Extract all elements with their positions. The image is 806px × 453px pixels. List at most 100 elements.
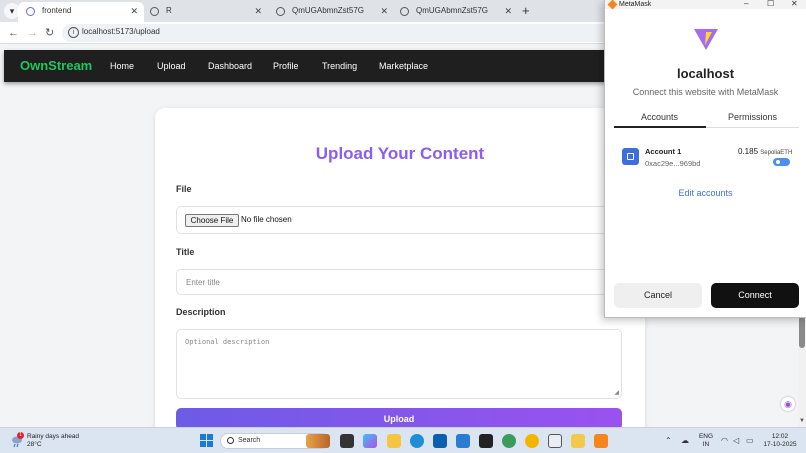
- windows-taskbar: 1 Rainy days ahead 28°C Search ⌃ ☁ ENG I…: [0, 427, 806, 453]
- metamask-popup: MetaMask – ☐ ✕ localhost Connect this we…: [604, 0, 806, 318]
- description-field-wrap: ◢: [176, 329, 622, 399]
- scroll-down-icon[interactable]: ▼: [798, 418, 806, 424]
- nav-profile[interactable]: Profile: [273, 61, 299, 71]
- vscode-icon[interactable]: [456, 434, 470, 448]
- browser-tab-ipfs-1[interactable]: QmUGAbmnZst57GaYtXzXdS ✕: [268, 2, 394, 22]
- language-code: ENG: [698, 433, 714, 440]
- account-address: 0xac29e...969bd: [645, 159, 701, 168]
- volume-icon[interactable]: ◁: [733, 436, 739, 445]
- clock-date: 17-10-2025: [763, 441, 797, 448]
- nav-home[interactable]: Home: [110, 61, 134, 71]
- weather-widget[interactable]: Rainy days ahead 28°C: [27, 433, 79, 449]
- close-icon[interactable]: ✕: [504, 2, 512, 20]
- title-label: Title: [176, 247, 195, 257]
- network-badge-icon: [773, 158, 790, 166]
- back-arrow-icon[interactable]: ←: [8, 25, 19, 41]
- wifi-icon[interactable]: ◠: [721, 436, 728, 445]
- copilot-icon[interactable]: [363, 434, 377, 448]
- cancel-button[interactable]: Cancel: [614, 283, 702, 308]
- balance-unit: SepoliaETH: [760, 150, 793, 156]
- close-icon[interactable]: ✕: [254, 2, 262, 20]
- account-name: Account 1: [645, 147, 682, 156]
- metamask-window-title: MetaMask: [619, 1, 652, 8]
- title-input[interactable]: [177, 270, 621, 294]
- tab-title: QmUGAbmnZst57GaYtXzXdS: [292, 6, 364, 15]
- edge-icon[interactable]: [410, 434, 424, 448]
- tab-accounts[interactable]: Accounts: [641, 112, 678, 122]
- app-logo[interactable]: OwnStream: [20, 58, 92, 73]
- notification-badge: 1: [17, 432, 24, 439]
- tab-title: QmUGAbmnZst57GaYtXzXdS: [416, 6, 488, 15]
- file-label: File: [176, 184, 192, 194]
- tab-title: frontend: [42, 6, 72, 15]
- file-input[interactable]: Choose File No file chosen: [176, 206, 622, 234]
- terminal-icon[interactable]: [479, 434, 493, 448]
- account-avatar-icon: [622, 148, 639, 165]
- app-icon[interactable]: [548, 434, 562, 448]
- reload-icon[interactable]: ↻: [45, 25, 54, 41]
- windows-start-icon[interactable]: [200, 434, 213, 447]
- choose-file-button[interactable]: Choose File: [185, 214, 239, 227]
- search-label: Search: [238, 437, 261, 444]
- nav-trending[interactable]: Trending: [322, 61, 357, 71]
- browser-tab-ipfs-2[interactable]: QmUGAbmnZst57GaYtXzXdS ✕: [392, 2, 518, 22]
- nav-upload[interactable]: Upload: [157, 61, 186, 71]
- address-bar[interactable]: i localhost:5173/upload: [62, 24, 622, 42]
- search-icon: [227, 437, 234, 444]
- minimize-icon[interactable]: –: [744, 0, 748, 9]
- weather-temp: 28°C: [27, 441, 42, 448]
- vite-site-icon: [694, 29, 718, 50]
- cloud-icon[interactable]: ☁: [681, 436, 689, 445]
- maximize-icon[interactable]: ☐: [767, 0, 774, 9]
- tab-permissions[interactable]: Permissions: [728, 112, 777, 122]
- close-icon[interactable]: ✕: [380, 2, 388, 20]
- connect-subtitle: Connect this website with MetaMask: [632, 87, 779, 97]
- metamask-fox-icon: [607, 0, 618, 10]
- file-explorer-icon[interactable]: [387, 434, 401, 448]
- store-icon[interactable]: [433, 434, 447, 448]
- clock-time: 12:02: [771, 433, 789, 440]
- browser-tab-r[interactable]: R ✕: [142, 2, 268, 22]
- chrome-profile-icon[interactable]: [502, 434, 516, 448]
- extension-float-icon[interactable]: ◉: [781, 397, 795, 411]
- upload-card: Upload Your Content File Choose File No …: [155, 108, 645, 448]
- new-tab-button[interactable]: +: [522, 2, 530, 20]
- language-indicator[interactable]: ENG IN: [698, 433, 714, 449]
- battery-icon[interactable]: ▭: [746, 436, 754, 445]
- page-title: Upload Your Content: [315, 144, 485, 163]
- close-icon[interactable]: ✕: [791, 0, 798, 9]
- edit-accounts-link[interactable]: Edit accounts: [605, 188, 806, 198]
- globe-favicon-icon: [276, 7, 285, 16]
- vite-favicon-icon: [26, 7, 35, 16]
- folder-icon[interactable]: [571, 434, 585, 448]
- region-code: IN: [702, 441, 710, 448]
- nav-dashboard[interactable]: Dashboard: [208, 61, 252, 71]
- title-field-wrap: [176, 269, 622, 295]
- account-balance: 0.185 SepoliaETH: [738, 147, 792, 156]
- close-icon[interactable]: ✕: [130, 2, 138, 20]
- active-tab-indicator: [614, 126, 706, 128]
- forward-arrow-icon[interactable]: →: [27, 25, 38, 41]
- browser-tab-frontend[interactable]: frontend ✕: [18, 2, 144, 22]
- app-navbar: OwnStream Home Upload Dashboard Profile …: [4, 50, 644, 82]
- site-info-icon[interactable]: i: [68, 27, 79, 38]
- metamask-titlebar: MetaMask – ☐ ✕: [605, 0, 806, 10]
- connect-button[interactable]: Connect: [711, 283, 799, 308]
- chevron-up-icon[interactable]: ⌃: [665, 436, 672, 445]
- search-highlight-icon[interactable]: [306, 434, 330, 448]
- description-input[interactable]: [177, 330, 621, 398]
- scroll-thumb[interactable]: [799, 316, 805, 348]
- resize-grip-icon[interactable]: ◢: [614, 389, 619, 396]
- task-view-icon[interactable]: [340, 434, 354, 448]
- balance-value: 0.185: [738, 147, 759, 156]
- metamask-taskbar-icon[interactable]: [594, 434, 608, 448]
- clock[interactable]: 12:02 17-10-2025: [762, 433, 798, 449]
- globe-favicon-icon: [400, 7, 409, 16]
- site-host: localhost: [676, 66, 735, 81]
- globe-favicon-icon: [150, 7, 159, 16]
- file-status: No file chosen: [241, 215, 292, 224]
- tab-title: R: [166, 6, 172, 15]
- description-label: Description: [176, 307, 226, 317]
- nav-marketplace[interactable]: Marketplace: [379, 61, 428, 71]
- chrome-icon[interactable]: [525, 434, 539, 448]
